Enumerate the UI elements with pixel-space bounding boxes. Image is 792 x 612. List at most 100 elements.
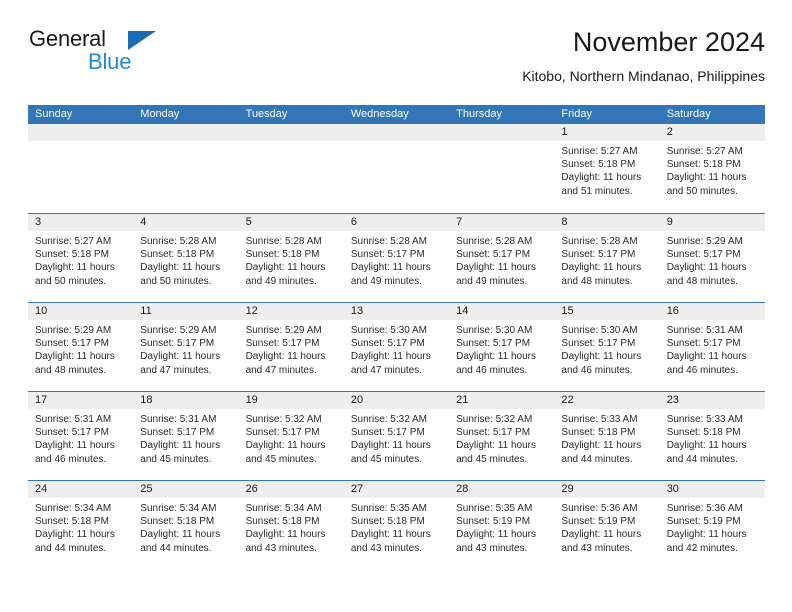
- daylight-text-line1: Daylight: 11 hours: [350, 529, 431, 541]
- day-cell[interactable]: 6 Sunrise: 5:28 AM Sunset: 5:17 PM Dayli…: [343, 214, 450, 302]
- day-number: 12: [245, 305, 258, 317]
- sunset-text: Sunset: 5:17 PM: [456, 249, 531, 261]
- sunset-text: Sunset: 5:18 PM: [245, 516, 320, 528]
- day-cell[interactable]: 12 Sunrise: 5:29 AM Sunset: 5:17 PM Dayl…: [238, 303, 344, 391]
- day-cell[interactable]: 10 Sunrise: 5:29 AM Sunset: 5:17 PM Dayl…: [28, 303, 134, 391]
- daylight-text-line1: Daylight: 11 hours: [350, 262, 431, 274]
- sunrise-text: Sunrise: 5:32 AM: [350, 414, 427, 425]
- sunrise-text: Sunrise: 5:30 AM: [456, 325, 533, 336]
- day-cell[interactable]: 1 Sunrise: 5:27 AM Sunset: 5:18 PM Dayli…: [554, 124, 660, 213]
- logo-text-blue: Blue: [88, 49, 132, 74]
- sunset-text: Sunset: 5:18 PM: [140, 516, 215, 528]
- day-cell[interactable]: 8 Sunrise: 5:28 AM Sunset: 5:17 PM Dayli…: [554, 214, 660, 302]
- day-cell[interactable]: 22 Sunrise: 5:33 AM Sunset: 5:18 PM Dayl…: [554, 392, 660, 480]
- day-info: Sunrise: 5:31 AM Sunset: 5:17 PM Dayligh…: [28, 409, 133, 466]
- week-row: 17 Sunrise: 5:31 AM Sunset: 5:17 PM Dayl…: [28, 391, 765, 480]
- day-info: Sunrise: 5:28 AM Sunset: 5:18 PM Dayligh…: [239, 231, 344, 288]
- day-number-strip: [133, 124, 239, 141]
- daylight-text-line1: Daylight: 11 hours: [140, 440, 221, 452]
- day-cell[interactable]: 7 Sunrise: 5:28 AM Sunset: 5:17 PM Dayli…: [449, 214, 555, 302]
- day-cell[interactable]: [449, 124, 555, 213]
- day-info: Sunrise: 5:30 AM Sunset: 5:17 PM Dayligh…: [554, 320, 659, 377]
- day-info: Sunrise: 5:27 AM Sunset: 5:18 PM Dayligh…: [660, 141, 765, 198]
- day-number: 10: [35, 305, 48, 317]
- weekday-header-row: Sunday Monday Tuesday Wednesday Thursday…: [28, 105, 765, 124]
- day-cell[interactable]: [238, 124, 344, 213]
- day-cell[interactable]: 24 Sunrise: 5:34 AM Sunset: 5:18 PM Dayl…: [28, 481, 134, 569]
- daylight-text-line1: Daylight: 11 hours: [666, 351, 747, 363]
- day-number-strip: 14: [449, 303, 555, 320]
- day-cell[interactable]: 18 Sunrise: 5:31 AM Sunset: 5:17 PM Dayl…: [133, 392, 239, 480]
- day-cell[interactable]: 20 Sunrise: 5:32 AM Sunset: 5:17 PM Dayl…: [343, 392, 450, 480]
- day-cell[interactable]: 27 Sunrise: 5:35 AM Sunset: 5:18 PM Dayl…: [343, 481, 450, 569]
- day-cell[interactable]: 2 Sunrise: 5:27 AM Sunset: 5:18 PM Dayli…: [659, 124, 765, 213]
- day-cell[interactable]: 30 Sunrise: 5:36 AM Sunset: 5:19 PM Dayl…: [659, 481, 765, 569]
- day-cell[interactable]: 15 Sunrise: 5:30 AM Sunset: 5:17 PM Dayl…: [554, 303, 660, 391]
- day-info: Sunrise: 5:32 AM Sunset: 5:17 PM Dayligh…: [449, 409, 554, 466]
- week-row: 10 Sunrise: 5:29 AM Sunset: 5:17 PM Dayl…: [28, 302, 765, 391]
- day-cell[interactable]: 17 Sunrise: 5:31 AM Sunset: 5:17 PM Dayl…: [28, 392, 134, 480]
- day-number-strip: 24: [28, 481, 134, 498]
- sunrise-text: Sunrise: 5:33 AM: [666, 414, 743, 425]
- day-cell[interactable]: 26 Sunrise: 5:34 AM Sunset: 5:18 PM Dayl…: [238, 481, 344, 569]
- general-blue-logo[interactable]: General Blue: [28, 26, 288, 86]
- day-cell[interactable]: [133, 124, 239, 213]
- sunrise-text: Sunrise: 5:34 AM: [140, 503, 217, 514]
- daylight-text-line2: and 43 minutes.: [456, 542, 528, 554]
- weekday-header-friday: Friday: [561, 108, 592, 120]
- daylight-text-line2: and 49 minutes.: [350, 275, 423, 287]
- day-number-strip: [343, 124, 450, 141]
- daylight-text-line2: and 48 minutes.: [35, 364, 107, 376]
- day-info: Sunrise: 5:32 AM Sunset: 5:17 PM Dayligh…: [344, 409, 449, 466]
- day-cell[interactable]: 14 Sunrise: 5:30 AM Sunset: 5:17 PM Dayl…: [449, 303, 555, 391]
- sunset-text: Sunset: 5:17 PM: [666, 338, 741, 350]
- day-info: Sunrise: 5:33 AM Sunset: 5:18 PM Dayligh…: [660, 409, 765, 466]
- day-cell[interactable]: 4 Sunrise: 5:28 AM Sunset: 5:18 PM Dayli…: [133, 214, 239, 302]
- day-cell[interactable]: 13 Sunrise: 5:30 AM Sunset: 5:17 PM Dayl…: [343, 303, 450, 391]
- sunset-text: Sunset: 5:18 PM: [140, 249, 215, 261]
- day-cell[interactable]: 11 Sunrise: 5:29 AM Sunset: 5:17 PM Dayl…: [133, 303, 239, 391]
- daylight-text-line2: and 44 minutes.: [561, 453, 633, 465]
- day-cell[interactable]: 23 Sunrise: 5:33 AM Sunset: 5:18 PM Dayl…: [659, 392, 765, 480]
- sunrise-text: Sunrise: 5:30 AM: [350, 325, 427, 336]
- daylight-text-line2: and 51 minutes.: [561, 185, 633, 197]
- day-cell[interactable]: 21 Sunrise: 5:32 AM Sunset: 5:17 PM Dayl…: [449, 392, 555, 480]
- sunset-text: Sunset: 5:17 PM: [245, 338, 320, 350]
- day-info: Sunrise: 5:28 AM Sunset: 5:17 PM Dayligh…: [344, 231, 449, 288]
- day-cell[interactable]: 28 Sunrise: 5:35 AM Sunset: 5:19 PM Dayl…: [449, 481, 555, 569]
- sunrise-text: Sunrise: 5:32 AM: [245, 414, 322, 425]
- daylight-text-line2: and 48 minutes.: [561, 275, 633, 287]
- day-cell[interactable]: 16 Sunrise: 5:31 AM Sunset: 5:17 PM Dayl…: [659, 303, 765, 391]
- day-cell[interactable]: [28, 124, 134, 213]
- day-number-strip: 4: [133, 214, 239, 231]
- day-cell[interactable]: 5 Sunrise: 5:28 AM Sunset: 5:18 PM Dayli…: [238, 214, 344, 302]
- sunset-text: Sunset: 5:17 PM: [350, 338, 425, 350]
- day-number-strip: 6: [343, 214, 450, 231]
- sunset-text: Sunset: 5:17 PM: [35, 427, 109, 439]
- title-block: November 2024 Kitobo, Northern Mindanao,…: [522, 26, 765, 85]
- daylight-text-line1: Daylight: 11 hours: [561, 529, 642, 541]
- day-cell[interactable]: [343, 124, 450, 213]
- daylight-text-line1: Daylight: 11 hours: [35, 262, 115, 274]
- sunrise-text: Sunrise: 5:34 AM: [245, 503, 322, 514]
- day-cell[interactable]: 9 Sunrise: 5:29 AM Sunset: 5:17 PM Dayli…: [659, 214, 765, 302]
- sunset-text: Sunset: 5:18 PM: [666, 427, 741, 439]
- day-cell[interactable]: 25 Sunrise: 5:34 AM Sunset: 5:18 PM Dayl…: [133, 481, 239, 569]
- sunrise-text: Sunrise: 5:35 AM: [350, 503, 427, 514]
- day-number: 24: [35, 483, 48, 495]
- daylight-text-line2: and 45 minutes.: [140, 453, 212, 465]
- day-info: Sunrise: 5:28 AM Sunset: 5:17 PM Dayligh…: [554, 231, 659, 288]
- day-cell[interactable]: 3 Sunrise: 5:27 AM Sunset: 5:18 PM Dayli…: [28, 214, 134, 302]
- day-cell[interactable]: 19 Sunrise: 5:32 AM Sunset: 5:17 PM Dayl…: [238, 392, 344, 480]
- day-info: Sunrise: 5:35 AM Sunset: 5:19 PM Dayligh…: [449, 498, 554, 555]
- day-cell[interactable]: 29 Sunrise: 5:36 AM Sunset: 5:19 PM Dayl…: [554, 481, 660, 569]
- day-number-strip: 10: [28, 303, 134, 320]
- day-info: Sunrise: 5:36 AM Sunset: 5:19 PM Dayligh…: [554, 498, 659, 555]
- sunrise-text: Sunrise: 5:28 AM: [245, 236, 322, 247]
- page-header: General Blue November 2024 Kitobo, North…: [28, 26, 765, 98]
- sunset-text: Sunset: 5:17 PM: [140, 338, 215, 350]
- day-number-strip: 29: [554, 481, 660, 498]
- daylight-text-line2: and 50 minutes.: [35, 275, 107, 287]
- day-number: 22: [561, 394, 574, 406]
- daylight-text-line1: Daylight: 11 hours: [666, 172, 747, 184]
